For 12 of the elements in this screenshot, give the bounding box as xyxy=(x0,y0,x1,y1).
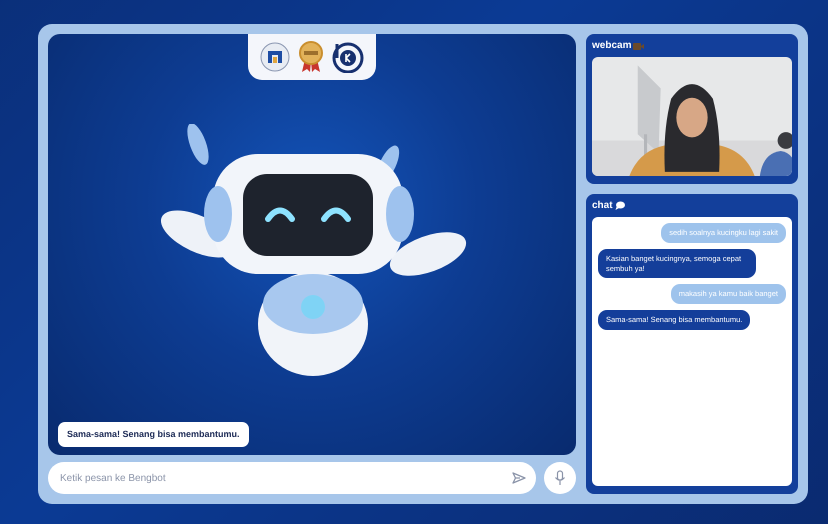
emblem-icon xyxy=(260,42,290,72)
message-input[interactable]: Ketik pesan ke Bengbot xyxy=(48,462,536,494)
letter-logo-icon xyxy=(332,41,364,73)
award-medal-icon xyxy=(298,41,324,73)
microphone-button[interactable] xyxy=(544,462,576,494)
camera-icon xyxy=(633,42,644,50)
microphone-icon xyxy=(554,470,566,486)
chat-title: chat xyxy=(592,199,613,213)
webcam-title: webcam xyxy=(592,39,632,53)
speech-bubble-icon xyxy=(614,201,625,210)
subtitle-text: Sama-sama! Senang bisa membantumu. xyxy=(58,422,249,447)
send-icon[interactable] xyxy=(512,471,526,485)
